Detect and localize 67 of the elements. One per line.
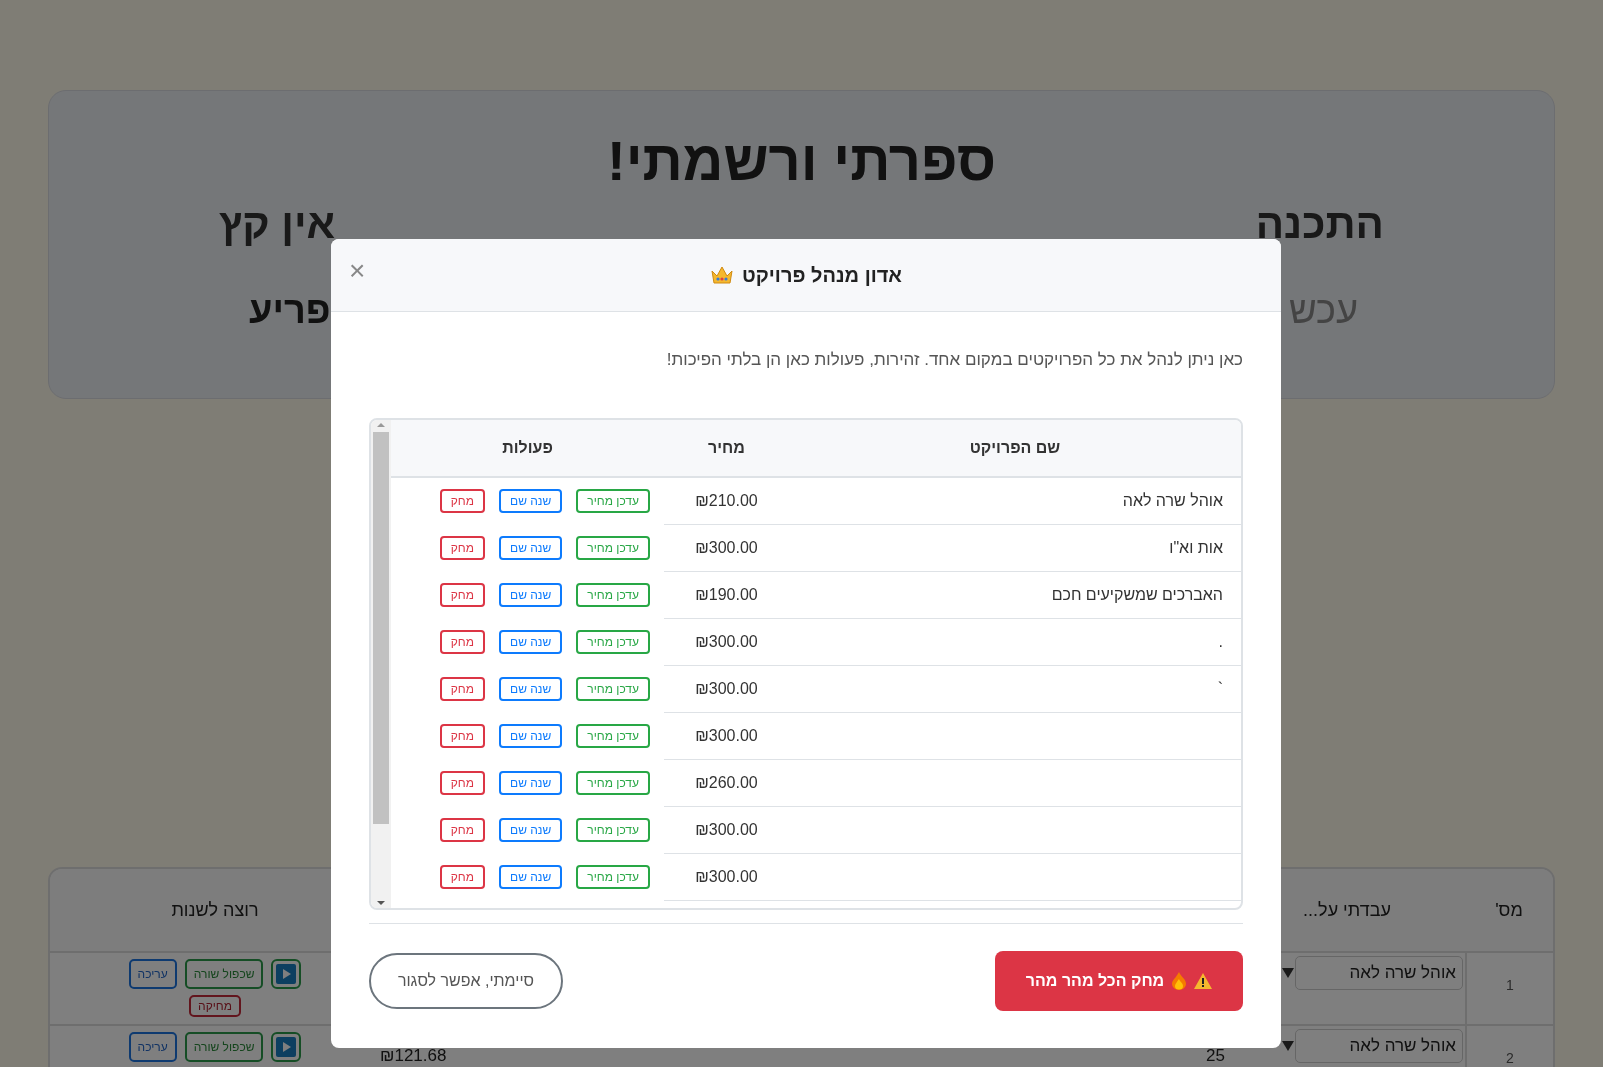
delete-button[interactable]: מחק <box>439 630 485 654</box>
hero-title: ספרתי ורשמתי! <box>606 129 997 193</box>
update-price-button[interactable]: עדכן מחיר <box>576 630 650 654</box>
project-name: ` <box>1217 680 1223 698</box>
description-text: כאן ניתן לנהל את כל הפרויקטים במקום אחד. זהירות, פעולות כאן הן בלתי הפיכות! <box>665 349 1243 371</box>
rename-button[interactable]: שנה שם <box>499 630 563 654</box>
duplicate-row-button[interactable]: שכפול שורה <box>184 1032 264 1062</box>
edit-button[interactable]: עריכה <box>128 1032 177 1062</box>
update-price-button[interactable]: עדכן מחיר <box>576 865 650 889</box>
rename-button[interactable]: שנה שם <box>499 771 563 795</box>
price-value: ₪300.00 <box>695 633 758 651</box>
update-price-button[interactable]: עדכן מחיר <box>576 536 650 560</box>
column-header: מחיר <box>664 420 789 478</box>
price-value: ₪300.00 <box>695 821 758 839</box>
row-number: 2 <box>1506 1050 1514 1066</box>
update-price-button[interactable]: עדכן מחיר <box>576 724 650 748</box>
column-header: שם הפרויקט <box>789 420 1241 478</box>
modal-title: אדון מנהל פרויקט <box>742 263 902 287</box>
update-price-button[interactable]: עדכן מחיר <box>576 583 650 607</box>
row-number: 1 <box>1506 977 1514 993</box>
delete-button[interactable]: מחק <box>439 724 485 748</box>
duplicate-row-button[interactable]: שכפול שורה <box>184 959 264 989</box>
price-value: ₪210.00 <box>695 492 758 510</box>
delete-button[interactable]: מחק <box>439 677 485 701</box>
rename-button[interactable]: שנה שם <box>499 818 563 842</box>
column-header: רוצה לשנות <box>170 899 260 921</box>
update-price-button[interactable]: עדכן מחיר <box>576 771 650 795</box>
rename-button[interactable]: שנה שם <box>499 583 563 607</box>
edit-button[interactable]: עריכה <box>128 959 177 989</box>
project-select[interactable]: אוהל שרה לאה <box>1295 956 1463 990</box>
delete-button[interactable]: מחק <box>439 771 485 795</box>
column-header: עבדתי על... <box>1302 899 1392 921</box>
project-name: האברכים שמשקיעים חכם <box>1051 586 1223 604</box>
update-price-button[interactable]: עדכן מחיר <box>576 489 650 513</box>
column-header: מס' <box>1494 899 1524 921</box>
close-dialog-button[interactable]: סיימתי, אפשר לסגור <box>369 953 563 1009</box>
delete-button[interactable]: מחק <box>439 865 485 889</box>
update-price-button[interactable]: עדכן מחיר <box>576 818 650 842</box>
delete-button[interactable]: מחק <box>439 536 485 560</box>
price-value: ₪190.00 <box>695 586 758 604</box>
rename-button[interactable]: שנה שם <box>499 677 563 701</box>
rename-button[interactable]: שנה שם <box>499 865 563 889</box>
project-name: . <box>1218 633 1223 651</box>
delete-button[interactable]: מחק <box>439 818 485 842</box>
hero-subtitle: אין קץ <box>219 199 336 249</box>
update-price-button[interactable]: עדכן מחיר <box>576 677 650 701</box>
hero-text: פריע <box>249 288 331 333</box>
price-value: ₪300.00 <box>695 727 758 745</box>
delete-all-button[interactable]: מחק הכל מהר מהר <box>995 951 1243 1011</box>
project-name: אוהל שרה לאה <box>1122 492 1223 510</box>
delete-button[interactable]: מחק <box>439 583 485 607</box>
rename-button[interactable]: שנה שם <box>499 536 563 560</box>
price-value: ₪121.68 <box>380 1046 447 1066</box>
delete-button[interactable]: מחיקה <box>189 995 241 1017</box>
project-select[interactable]: אוהל שרה לאה <box>1295 1029 1463 1063</box>
price-value: ₪300.00 <box>695 539 758 557</box>
column-header: פעולות <box>391 420 664 478</box>
delete-button[interactable]: מחק <box>439 489 485 513</box>
rename-button[interactable]: שנה שם <box>499 724 563 748</box>
price-value: ₪260.00 <box>695 774 758 792</box>
price-value: ₪300.00 <box>695 680 758 698</box>
rename-button[interactable]: שנה שם <box>499 489 563 513</box>
hours-value: 25 <box>1206 1046 1225 1066</box>
price-value: ₪300.00 <box>695 868 758 886</box>
close-button[interactable]: × <box>349 257 366 285</box>
hero-subtitle: התכנה <box>1255 199 1384 249</box>
project-name: אות וא"ו <box>1169 539 1223 557</box>
